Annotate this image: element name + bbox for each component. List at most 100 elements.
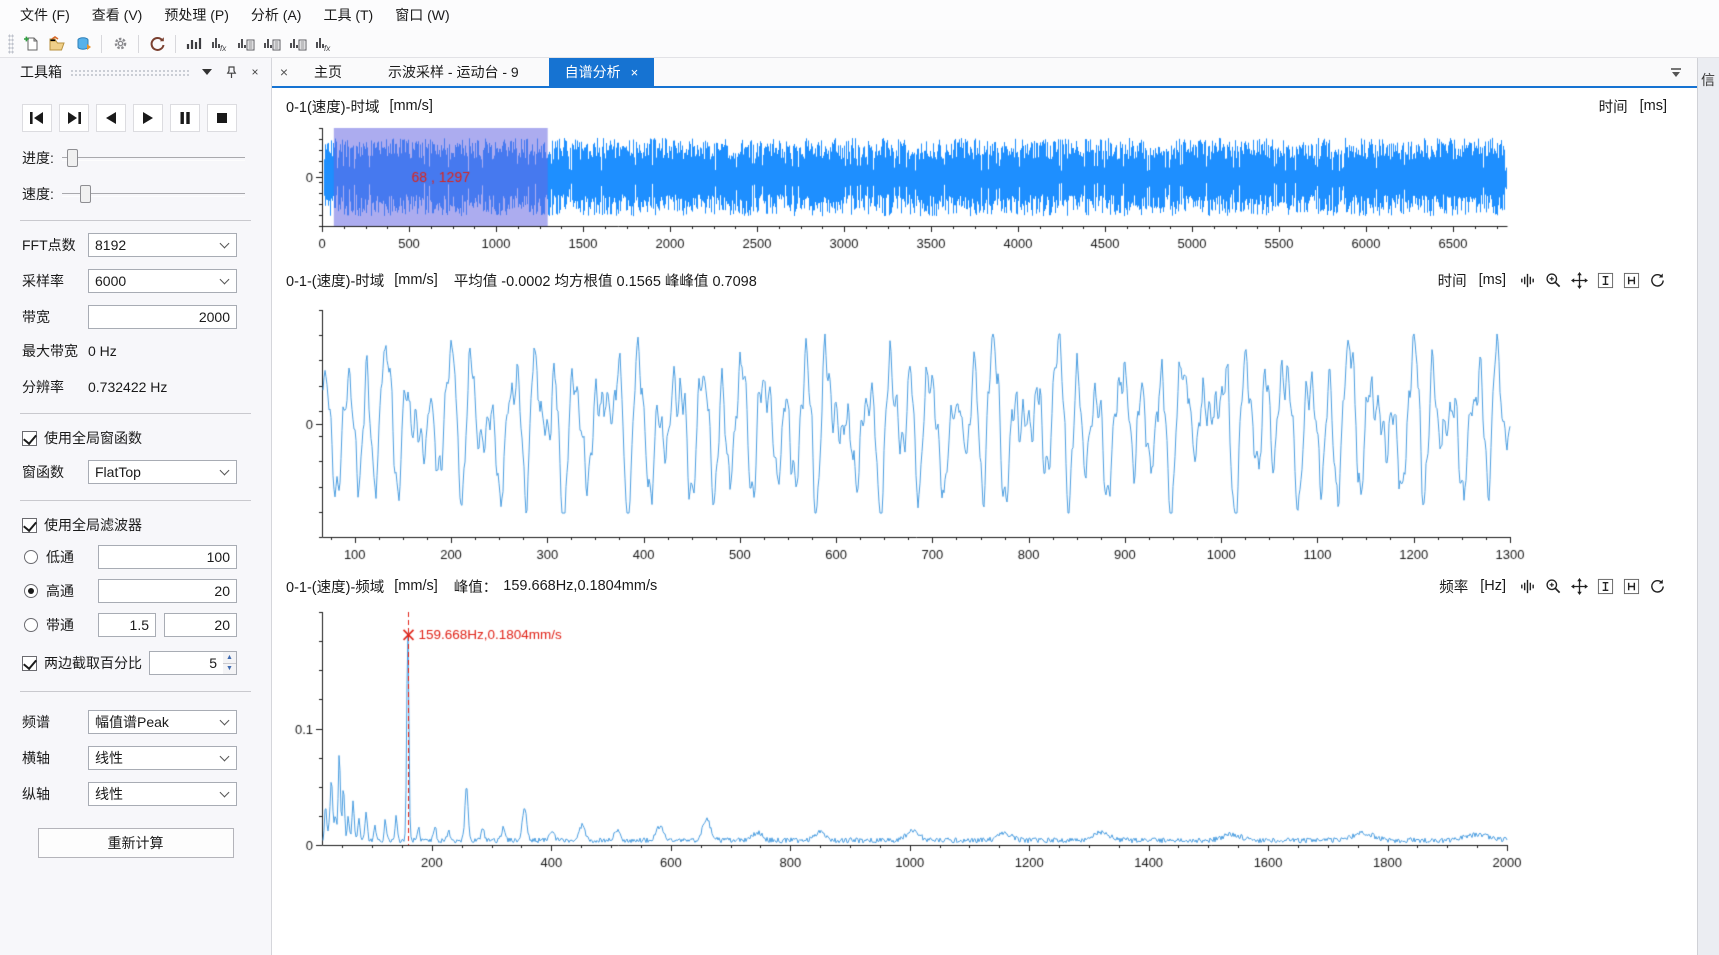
time-domain-chart[interactable] bbox=[274, 294, 1694, 566]
step-back-button[interactable] bbox=[96, 104, 126, 132]
pause-button[interactable] bbox=[170, 104, 200, 132]
spectrum-meter-icon bbox=[237, 36, 255, 52]
tab-home[interactable]: 主页 bbox=[298, 58, 358, 86]
chart3-axis-units: [Hz] bbox=[1480, 578, 1506, 594]
zoom-in-icon[interactable] bbox=[1544, 577, 1563, 596]
sample-rate-label: 采样率 bbox=[22, 271, 88, 291]
spectrum-meter-1-button[interactable] bbox=[233, 32, 259, 56]
toolbar-grip[interactable] bbox=[8, 34, 14, 54]
fx-waveform-2-button[interactable]: fx bbox=[311, 32, 337, 56]
speed-slider-thumb[interactable] bbox=[80, 185, 91, 203]
skip-to-end-button[interactable] bbox=[59, 104, 89, 132]
truncate-input[interactable] bbox=[149, 651, 224, 675]
recalculate-button[interactable]: 重新计算 bbox=[38, 828, 234, 858]
bandpass-low-input[interactable] bbox=[98, 613, 156, 637]
tab-oscilloscope-sampling[interactable]: 示波采样 - 运动台 - 9 bbox=[372, 58, 535, 86]
toolbox-header: 工具箱 × bbox=[0, 58, 271, 86]
lowpass-radio[interactable] bbox=[24, 550, 38, 564]
toolbox-pin-icon[interactable] bbox=[223, 64, 239, 80]
spectrum-meter-2-button[interactable] bbox=[259, 32, 285, 56]
open-folder-button[interactable] bbox=[44, 32, 70, 56]
chart3-toolbar bbox=[1518, 577, 1667, 596]
bar-chart-button[interactable] bbox=[181, 32, 207, 56]
select-H-icon[interactable] bbox=[1622, 271, 1641, 290]
chevron-down-icon bbox=[220, 788, 230, 798]
yaxis-select[interactable]: 线性 bbox=[88, 782, 237, 806]
progress-slider[interactable] bbox=[62, 149, 245, 167]
spectrum-meter-3-button[interactable] bbox=[285, 32, 311, 56]
use-window-checkbox[interactable] bbox=[22, 431, 37, 446]
chart1-header: 0-1(速度)-时域 [mm/s] 时间 [ms] bbox=[272, 94, 1697, 118]
select-I-icon[interactable] bbox=[1596, 577, 1615, 596]
xaxis-label: 横轴 bbox=[22, 748, 88, 768]
wave-cursor-icon[interactable] bbox=[1518, 271, 1537, 290]
pan-icon[interactable] bbox=[1570, 271, 1589, 290]
signal-list-strip[interactable]: 信 bbox=[1697, 58, 1719, 955]
refresh-button[interactable] bbox=[144, 32, 170, 56]
frequency-spectrum-chart[interactable] bbox=[274, 600, 1694, 878]
truncate-spinner[interactable]: ▲▼ bbox=[223, 651, 237, 675]
fft-points-row: FFT点数 8192 bbox=[0, 233, 271, 257]
section-divider bbox=[20, 413, 251, 414]
toolbox-header-texture bbox=[70, 69, 191, 77]
truncate-label: 两边截取百分比 bbox=[44, 653, 142, 673]
lowpass-input[interactable] bbox=[98, 545, 237, 569]
skip-to-start-button[interactable] bbox=[22, 104, 52, 132]
reset-view-icon[interactable] bbox=[1648, 577, 1667, 596]
xaxis-select[interactable]: 线性 bbox=[88, 746, 237, 770]
select-H-icon[interactable] bbox=[1622, 577, 1641, 596]
speed-slider[interactable] bbox=[62, 185, 245, 203]
window-fn-select[interactable]: FlatTop bbox=[88, 460, 237, 484]
fx-waveform-icon: fx bbox=[315, 36, 333, 52]
zoom-in-icon[interactable] bbox=[1544, 271, 1563, 290]
new-document-button[interactable] bbox=[18, 32, 44, 56]
menu-tools[interactable]: 工具 (T) bbox=[313, 1, 383, 29]
menu-view[interactable]: 查看 (V) bbox=[82, 1, 153, 29]
tab-overflow-icon[interactable] bbox=[1669, 66, 1683, 82]
settings-button[interactable] bbox=[107, 32, 133, 56]
progress-slider-thumb[interactable] bbox=[67, 149, 78, 167]
spectrum-type-select[interactable]: 幅值谱Peak bbox=[88, 710, 237, 734]
toolbox-menu-icon[interactable] bbox=[199, 64, 215, 80]
time-overview-chart[interactable] bbox=[274, 118, 1694, 266]
truncate-checkbox[interactable] bbox=[22, 656, 37, 671]
bandpass-high-input[interactable] bbox=[164, 613, 237, 637]
wave-cursor-icon[interactable] bbox=[1518, 577, 1537, 596]
bandpass-radio[interactable] bbox=[24, 618, 38, 632]
menu-window[interactable]: 窗口 (W) bbox=[385, 1, 459, 29]
highpass-input[interactable] bbox=[98, 579, 237, 603]
fft-points-select[interactable]: 8192 bbox=[88, 233, 237, 257]
tab-close-icon[interactable]: × bbox=[631, 65, 639, 80]
signal-list-strip-label: 信 bbox=[1701, 70, 1719, 90]
use-filter-row: 使用全局滤波器 bbox=[0, 515, 271, 535]
menu-analysis[interactable]: 分析 (A) bbox=[241, 1, 312, 29]
fx-waveform-button[interactable]: fx bbox=[207, 32, 233, 56]
use-filter-checkbox[interactable] bbox=[22, 518, 37, 533]
export-data-button[interactable] bbox=[70, 32, 96, 56]
reset-view-icon[interactable] bbox=[1648, 271, 1667, 290]
sample-rate-select[interactable]: 6000 bbox=[88, 269, 237, 293]
panel-close-icon[interactable]: × bbox=[276, 64, 292, 80]
highpass-label: 高通 bbox=[46, 581, 90, 601]
toolbox-close-icon[interactable]: × bbox=[247, 64, 263, 80]
document-tabbar: × 主页 示波采样 - 运动台 - 9 自谱分析 × bbox=[272, 58, 1697, 88]
chart3-axis-name: 频率 bbox=[1439, 576, 1468, 597]
play-button[interactable] bbox=[133, 104, 163, 132]
menu-preprocess[interactable]: 预处理 (P) bbox=[154, 1, 239, 29]
highpass-radio[interactable] bbox=[24, 584, 38, 598]
max-bandwidth-row: 最大带宽 0 Hz bbox=[0, 341, 271, 361]
fft-points-label: FFT点数 bbox=[22, 235, 88, 255]
open-folder-icon bbox=[48, 36, 66, 52]
pan-icon[interactable] bbox=[1570, 577, 1589, 596]
stop-button[interactable] bbox=[207, 104, 237, 132]
pause-icon bbox=[178, 111, 192, 125]
highpass-row: 高通 bbox=[0, 579, 271, 603]
yaxis-label: 纵轴 bbox=[22, 784, 88, 804]
menu-file[interactable]: 文件 (F) bbox=[10, 1, 80, 29]
bandwidth-input[interactable] bbox=[88, 305, 237, 329]
spectrum-type-label: 频谱 bbox=[22, 712, 88, 732]
document-area: × 主页 示波采样 - 运动台 - 9 自谱分析 × 0-1(速度)-时域 [m… bbox=[272, 58, 1697, 955]
sample-rate-row: 采样率 6000 bbox=[0, 269, 271, 293]
select-I-icon[interactable] bbox=[1596, 271, 1615, 290]
tab-self-spectrum-analysis[interactable]: 自谱分析 × bbox=[549, 58, 655, 86]
